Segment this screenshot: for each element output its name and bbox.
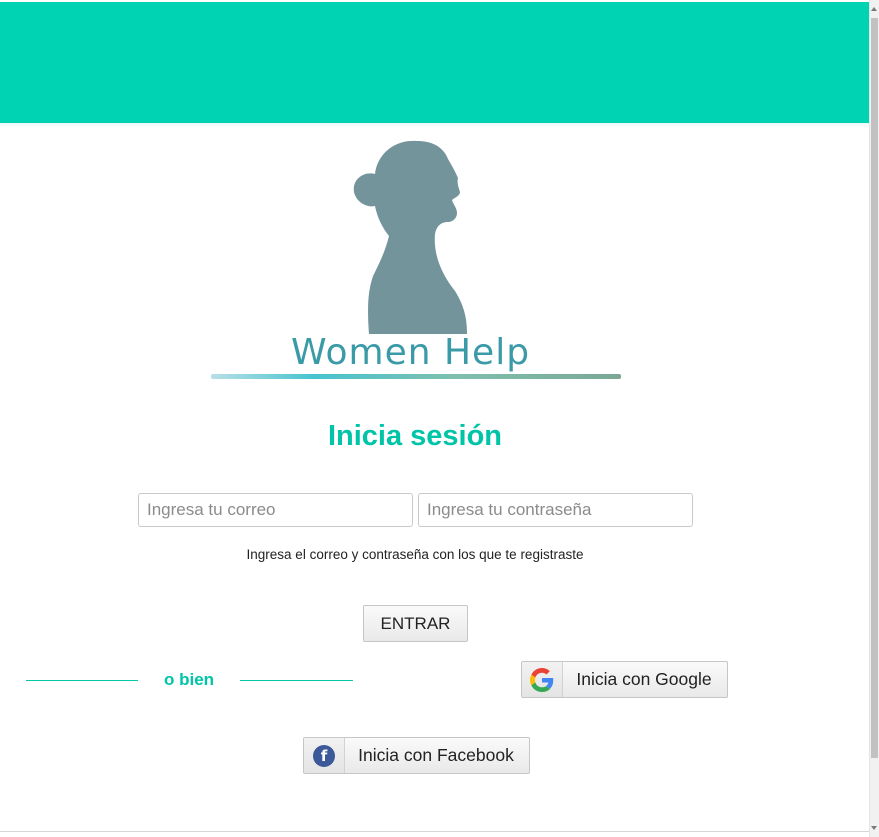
- page-title: Inicia sesión: [327, 420, 503, 452]
- facebook-f-icon: f: [313, 744, 335, 767]
- password-field[interactable]: [418, 493, 693, 527]
- facebook-login-button[interactable]: f Inicia con Facebook: [303, 737, 530, 774]
- scroll-up-arrow-icon[interactable]: [871, 7, 877, 11]
- logo-wordmark: Women Help: [291, 332, 531, 373]
- google-login-label: Inicia con Google: [576, 669, 712, 689]
- google-icon-box: [522, 662, 563, 697]
- women-help-logo: Women Help: [205, 136, 625, 386]
- woman-silhouette-icon: [353, 140, 467, 334]
- facebook-login-label: Inicia con Facebook: [358, 745, 514, 765]
- scroll-down-arrow-icon[interactable]: [871, 826, 877, 830]
- separator-text: o bien: [164, 670, 215, 689]
- separator-line-right: [240, 680, 353, 681]
- vertical-scrollbar[interactable]: [869, 0, 879, 837]
- email-field[interactable]: [138, 493, 413, 527]
- separator-line-left: [26, 680, 138, 681]
- enter-button[interactable]: ENTRAR: [363, 605, 468, 642]
- header-shadow: [0, 123, 870, 128]
- logo-underline: [211, 374, 621, 379]
- page-bottom-border: [0, 831, 870, 832]
- google-login-button[interactable]: Inicia con Google: [521, 661, 728, 698]
- google-g-icon: [530, 667, 554, 692]
- header-bar: [0, 2, 870, 123]
- login-hint: Ingresa el correo y contraseña con los q…: [246, 547, 584, 562]
- facebook-icon-box: f: [304, 738, 345, 773]
- scrollbar-thumb[interactable]: [871, 18, 878, 758]
